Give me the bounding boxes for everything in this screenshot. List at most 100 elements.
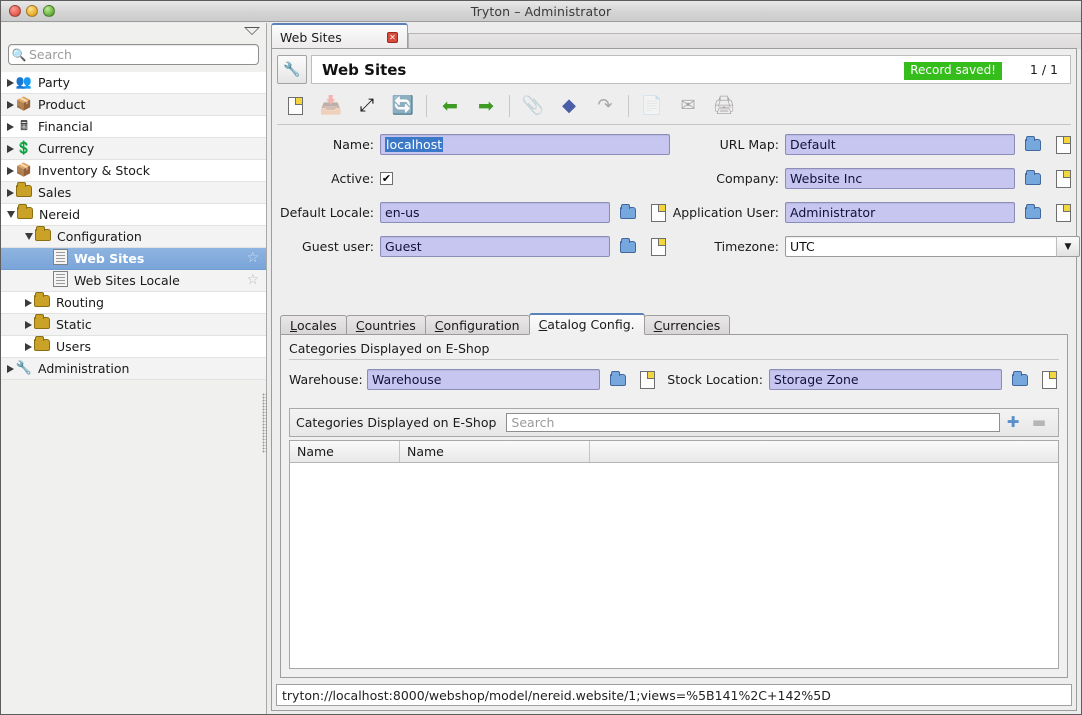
sidebar-item-configuration[interactable]: Configuration xyxy=(1,226,266,248)
folder-icon xyxy=(1011,370,1028,386)
form-column-right: URL Map: Default Company: Website Inc Ap… xyxy=(670,132,1080,268)
stock-location-new-button[interactable] xyxy=(1040,370,1059,390)
navigation-sidebar: 🔍 Search 👥 Party 📦 Product 🖩 Financial 💲 Curren… xyxy=(1,23,267,714)
chevron-down-icon[interactable] xyxy=(244,27,260,35)
warehouse-new-button[interactable] xyxy=(638,370,657,390)
email-button[interactable]: ✉ xyxy=(670,90,706,122)
search-placeholder: Search xyxy=(29,47,72,62)
sidebar-item-nereid[interactable]: Nereid xyxy=(1,204,266,226)
chevron-right-icon[interactable] xyxy=(25,298,32,307)
sidebar-item-currency[interactable]: 💲 Currency xyxy=(1,138,266,160)
chevron-right-icon[interactable] xyxy=(25,320,32,329)
plus-icon[interactable]: ✚ xyxy=(1000,415,1026,430)
tools-icon[interactable]: 🔧 xyxy=(277,55,307,84)
tab-countries[interactable]: Countries xyxy=(345,315,426,335)
attachment-button[interactable]: 📎 xyxy=(515,90,551,122)
chevron-right-icon[interactable] xyxy=(7,100,14,109)
stock-location-field[interactable]: Storage Zone xyxy=(768,369,1003,390)
grid-column-header[interactable]: Name xyxy=(290,441,400,462)
previous-button[interactable]: ⬅ xyxy=(432,90,468,122)
sidebar-item-routing[interactable]: Routing xyxy=(1,292,266,314)
report-button[interactable]: 📄 xyxy=(634,90,670,122)
url-map-new-button[interactable] xyxy=(1053,135,1073,155)
sidebar-item-financial[interactable]: 🖩 Financial xyxy=(1,116,266,138)
favorite-star-icon[interactable]: ☆ xyxy=(246,251,259,265)
grid-column-header[interactable] xyxy=(590,441,1058,462)
guest-user-new-button[interactable] xyxy=(648,237,668,257)
new-record-button[interactable] xyxy=(277,90,313,122)
sidebar-item-administration[interactable]: 🔧 Administration xyxy=(1,358,266,380)
tab-catalog-config[interactable]: Catalog Config. xyxy=(528,313,645,335)
next-button[interactable]: ➡ xyxy=(468,90,504,122)
chevron-right-icon[interactable] xyxy=(7,122,14,131)
chevron-right-icon[interactable] xyxy=(7,144,14,153)
folder-icon xyxy=(32,336,52,354)
sidebar-item-product[interactable]: 📦 Product xyxy=(1,94,266,116)
one2many-search-input[interactable]: Search xyxy=(506,413,1000,432)
stock-location-open-button[interactable] xyxy=(1010,370,1029,390)
sidebar-splitter-handle[interactable] xyxy=(262,393,267,453)
default-locale-new-button[interactable] xyxy=(648,203,668,223)
grid-body[interactable] xyxy=(290,463,1058,668)
print-button[interactable]: 🖨 xyxy=(706,90,742,122)
active-checkbox[interactable]: ✔ xyxy=(380,172,393,185)
company-open-button[interactable] xyxy=(1023,169,1043,189)
form-notebook: Locales Countries Configuration Catalog Con… xyxy=(280,313,1068,678)
chevron-right-icon[interactable] xyxy=(25,342,32,351)
save-record-button[interactable]: 📥 xyxy=(313,90,349,122)
folder-icon xyxy=(32,292,52,310)
application-user-new-button[interactable] xyxy=(1053,203,1073,223)
name-field[interactable]: localhost xyxy=(380,134,670,155)
sidebar-item-inventory-stock[interactable]: 📦 Inventory & Stock xyxy=(1,160,266,182)
action-button[interactable]: ◆ xyxy=(551,90,587,122)
sidebar-item-web-sites[interactable]: Web Sites ☆ xyxy=(1,248,266,270)
favorite-star-icon[interactable]: ☆ xyxy=(246,273,259,287)
warehouse-open-button[interactable] xyxy=(608,370,627,390)
application-user-open-button[interactable] xyxy=(1023,203,1043,223)
record-form: Name: localhost Active: ✔ Default Locale… xyxy=(280,132,1080,268)
company-field[interactable]: Website Inc xyxy=(785,168,1015,189)
default-locale-open-button[interactable] xyxy=(618,203,638,223)
chevron-down-icon[interactable] xyxy=(7,211,15,218)
close-icon[interactable]: ✕ xyxy=(387,32,398,43)
relate-button[interactable]: ↷ xyxy=(587,90,623,122)
status-bar[interactable]: tryton://localhost:8000/webshop/model/ne… xyxy=(276,684,1072,706)
sidebar-item-static[interactable]: Static xyxy=(1,314,266,336)
sidebar-item-label: Product xyxy=(38,97,86,112)
navigation-tree: 👥 Party 📦 Product 🖩 Financial 💲 Currency 📦 Invent… xyxy=(1,72,266,380)
warehouse-field[interactable]: Warehouse xyxy=(367,369,601,390)
folder-icon xyxy=(15,204,35,222)
search-input[interactable]: 🔍 Search xyxy=(8,44,259,65)
tab-currencies[interactable]: Currencies xyxy=(643,315,731,335)
chevron-down-icon[interactable]: ▼ xyxy=(1056,236,1080,257)
chevron-right-icon[interactable] xyxy=(7,188,14,197)
chevron-right-icon[interactable] xyxy=(7,166,14,175)
minus-icon[interactable]: ▬ xyxy=(1026,415,1052,430)
reload-button[interactable]: 🔄 xyxy=(385,90,421,122)
sidebar-item-sales[interactable]: Sales xyxy=(1,182,266,204)
application-user-field[interactable]: Administrator xyxy=(785,202,1015,223)
timezone-field[interactable]: UTC xyxy=(785,236,1057,257)
chevron-right-icon[interactable] xyxy=(7,78,14,87)
categories-one2many: Categories Displayed on E-Shop Search ✚ … xyxy=(289,408,1059,669)
switch-view-button[interactable]: ⤢ xyxy=(349,90,385,122)
sidebar-item-party[interactable]: 👥 Party xyxy=(1,72,266,94)
guest-user-field[interactable]: Guest xyxy=(380,236,610,257)
default-locale-field[interactable]: en-us xyxy=(380,202,610,223)
chevron-down-icon[interactable] xyxy=(25,233,33,240)
timezone-label: Timezone: xyxy=(714,239,779,254)
tab-locales[interactable]: Locales xyxy=(280,315,347,335)
sidebar-item-web-sites-locale[interactable]: Web Sites Locale ☆ xyxy=(1,270,266,292)
sidebar-item-users[interactable]: Users xyxy=(1,336,266,358)
window-tab-web-sites[interactable]: Web Sites ✕ xyxy=(271,23,408,49)
folder-icon xyxy=(1025,135,1041,151)
page-title: Web Sites xyxy=(322,60,407,79)
url-map-field[interactable]: Default xyxy=(785,134,1015,155)
tab-configuration[interactable]: Configuration xyxy=(424,315,530,335)
grid-column-header[interactable]: Name xyxy=(400,441,590,462)
company-new-button[interactable] xyxy=(1053,169,1073,189)
list-icon xyxy=(50,271,70,290)
chevron-right-icon[interactable] xyxy=(7,364,14,373)
url-map-open-button[interactable] xyxy=(1023,135,1043,155)
guest-user-open-button[interactable] xyxy=(618,237,638,257)
